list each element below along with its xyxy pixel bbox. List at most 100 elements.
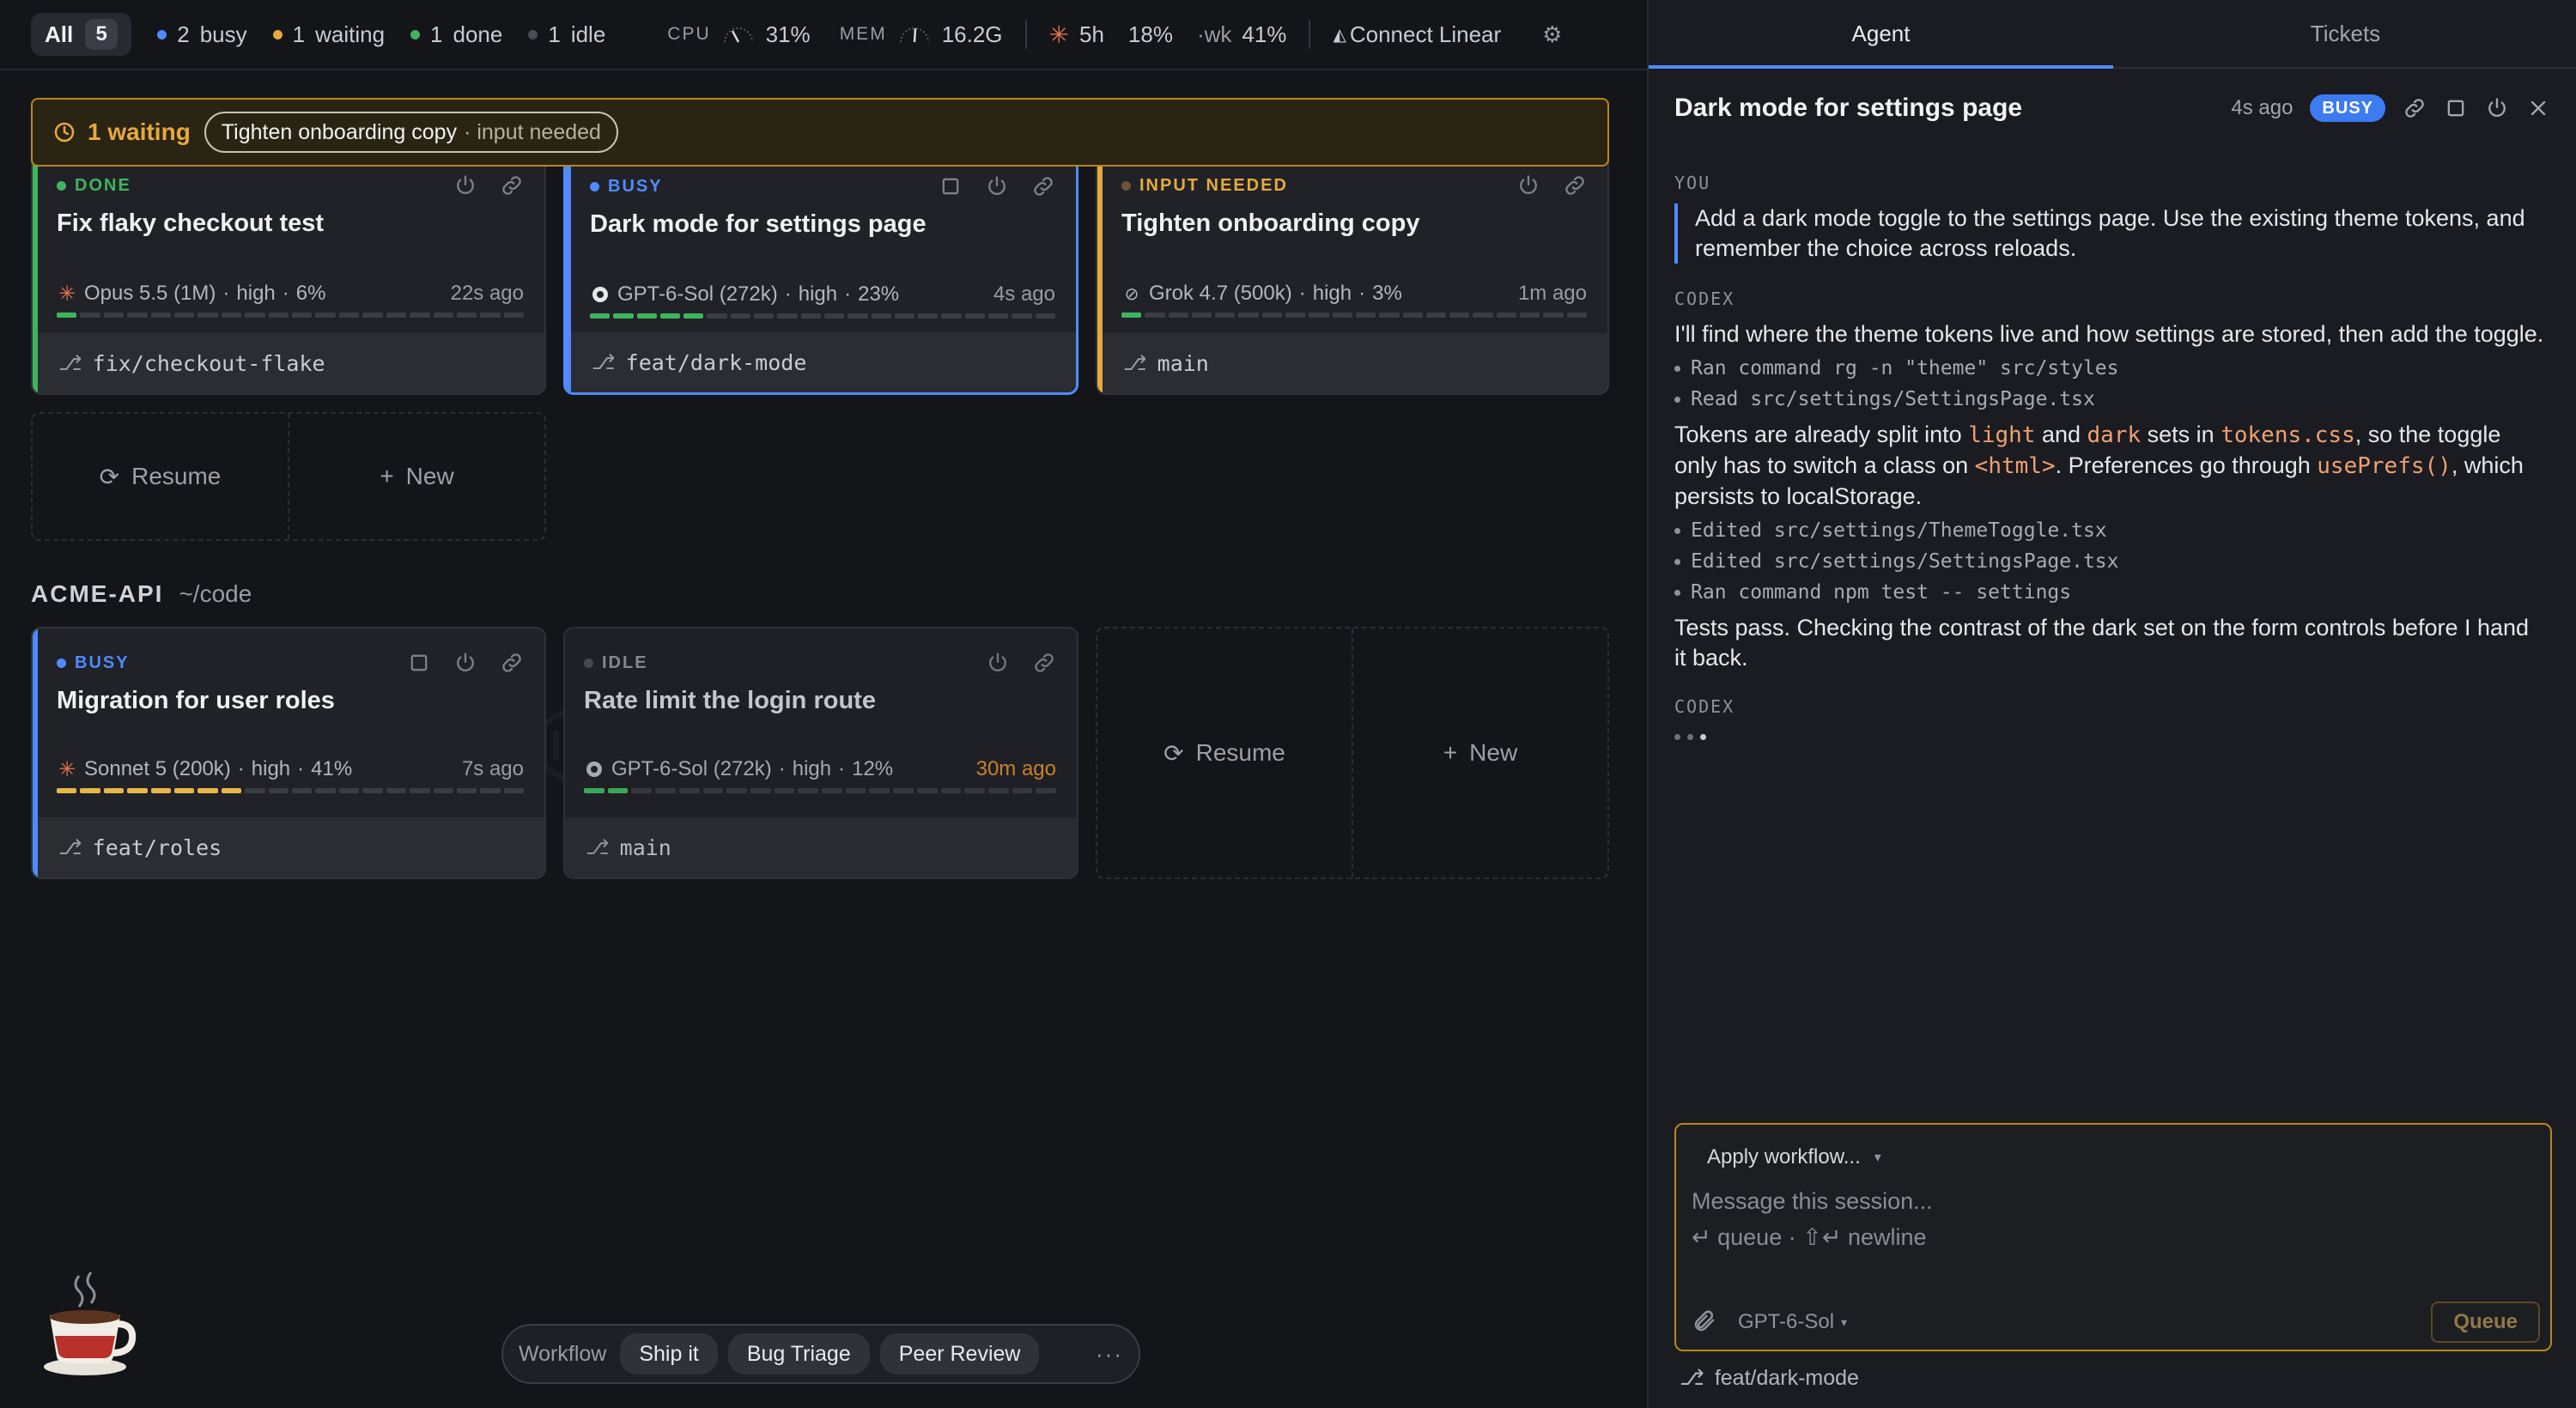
text-run: sets in	[2141, 422, 2221, 447]
progress-segment	[940, 788, 962, 793]
queue-button[interactable]: Queue	[2431, 1302, 2540, 1343]
progress-segment	[636, 313, 657, 319]
progress-segment	[683, 313, 704, 319]
anthropic-burst-icon: ✳	[58, 757, 76, 781]
waiting-session-chip[interactable]: Tighten onboarding copy · input needed	[204, 112, 618, 153]
role-label-codex: CODEX	[1674, 696, 1735, 717]
link-icon[interactable]	[500, 173, 524, 197]
session-card[interactable]: DONE Fix flaky checkout test ✳ Opus 5.5 …	[31, 129, 546, 395]
power-icon[interactable]	[2485, 96, 2509, 120]
session-card[interactable]: INPUT NEEDED Tighten onboarding copy ⊘ G…	[1096, 129, 1609, 395]
workflow-peer-review-button[interactable]: Peer Review	[879, 1333, 1040, 1375]
waiting-label: waiting	[315, 21, 386, 47]
card-effort: high	[236, 282, 276, 305]
power-icon[interactable]	[1516, 173, 1540, 197]
resume-button[interactable]: ⟳ Resume	[33, 414, 288, 539]
power-icon[interactable]	[453, 173, 477, 197]
progress-segment	[1035, 313, 1055, 319]
waiting-count: 1	[292, 21, 306, 47]
close-icon[interactable]	[2526, 96, 2550, 120]
filter-waiting[interactable]: 1 waiting	[272, 21, 386, 48]
context-progress	[57, 313, 525, 318]
coffee-cup-icon[interactable]	[38, 1267, 141, 1379]
done-dot-icon	[57, 180, 66, 191]
progress-segment	[800, 313, 821, 319]
workflow-bug-triage-button[interactable]: Bug Triage	[727, 1333, 870, 1375]
stop-icon[interactable]	[939, 174, 963, 198]
filter-busy[interactable]: 2 busy	[157, 21, 247, 48]
done-label: done	[453, 21, 503, 47]
progress-segment	[338, 313, 360, 318]
progress-segment	[607, 788, 629, 793]
more-icon[interactable]: ···	[1096, 1341, 1123, 1368]
link-icon[interactable]	[1563, 173, 1587, 197]
filter-all-count: 5	[85, 19, 118, 50]
openai-icon	[584, 759, 605, 780]
meta-sep: ·	[838, 757, 846, 780]
text-run: and	[2035, 422, 2087, 447]
card-title: Migration for user roles	[57, 687, 335, 714]
connect-linear-button[interactable]: ◭ Connect Linear	[1333, 21, 1501, 48]
filter-all[interactable]: All 5	[31, 13, 132, 56]
resume-label: Resume	[131, 463, 222, 489]
card-state-label: DONE	[75, 175, 131, 195]
link-icon[interactable]	[2403, 96, 2427, 120]
progress-segment	[941, 313, 962, 319]
mem-label: MEM	[839, 24, 887, 44]
card-title: Dark mode for settings page	[590, 210, 927, 238]
apply-workflow-dropdown[interactable]: Apply workflow... ▾	[1707, 1145, 1881, 1169]
new-session-button[interactable]: + New	[1352, 628, 1607, 877]
stop-icon[interactable]	[407, 651, 431, 675]
progress-segment	[80, 313, 100, 318]
anthropic-burst-icon: ✳	[1048, 21, 1069, 48]
filter-idle[interactable]: 1 idle	[528, 21, 605, 48]
waiting-banner: 1 waiting Tighten onboarding copy · inpu…	[31, 98, 1609, 167]
session-card-selected[interactable]: BUSY Dark mode for settings page GPT-6-S…	[563, 129, 1078, 395]
link-icon[interactable]	[1031, 174, 1055, 198]
message-composer[interactable]: Apply workflow... ▾ Message this session…	[1674, 1123, 2552, 1351]
grok-icon: ⊘	[1124, 284, 1139, 304]
filter-done[interactable]: 1 done	[410, 21, 502, 48]
power-icon[interactable]	[453, 651, 477, 675]
card-branch-name: feat/roles	[92, 834, 222, 860]
link-icon[interactable]	[1032, 651, 1056, 675]
progress-segment	[480, 788, 501, 793]
clock-icon	[54, 122, 75, 143]
paperclip-icon[interactable]	[1692, 1308, 1717, 1334]
progress-segment	[1566, 313, 1587, 318]
tab-agent[interactable]: Agent	[1649, 0, 2113, 69]
status-badge: BUSY	[2310, 94, 2385, 122]
power-icon[interactable]	[985, 174, 1009, 198]
text-run: Tokens are already split into	[1674, 422, 1969, 447]
session-card[interactable]: IDLE Rate limit the login route GPT-6-So…	[563, 627, 1078, 879]
progress-segment	[894, 313, 915, 319]
card-state: BUSY	[57, 653, 130, 673]
stop-icon[interactable]	[2444, 96, 2468, 120]
resume-button[interactable]: ⟳ Resume	[1097, 628, 1352, 877]
link-icon[interactable]	[500, 651, 524, 675]
mem-gauge-icon	[899, 27, 929, 43]
workflow-ship-it-button[interactable]: Ship it	[620, 1333, 718, 1375]
model-selector[interactable]: GPT-6-Sol ▾	[1738, 1310, 1847, 1334]
message-input[interactable]: Message this session...	[1692, 1188, 1933, 1215]
progress-segment	[456, 313, 477, 318]
done-count: 1	[430, 21, 443, 47]
session-board: All 5 2 busy 1 waiting 1 done 1 idle CPU	[0, 0, 1647, 1408]
progress-segment	[659, 313, 681, 319]
session-card[interactable]: BUSY Migration for user roles ✳ Sonnet 5…	[31, 627, 546, 879]
progress-segment	[362, 788, 383, 793]
progress-segment	[916, 788, 938, 793]
tab-tickets[interactable]: Tickets	[2113, 0, 2576, 67]
progress-segment	[221, 313, 242, 318]
power-icon[interactable]	[986, 651, 1010, 675]
progress-segment	[174, 788, 195, 793]
project-name: ACME-API	[31, 580, 164, 607]
new-session-button[interactable]: + New	[288, 414, 544, 539]
card-state: BUSY	[590, 177, 663, 197]
card-state: DONE	[57, 176, 131, 196]
settings-gear-icon[interactable]: ⚙	[1542, 21, 1562, 48]
inline-code: tokens.css	[2221, 422, 2355, 448]
progress-segment	[386, 313, 407, 318]
progress-segment	[871, 313, 891, 319]
card-branch: ⎇ main	[1103, 333, 1607, 393]
